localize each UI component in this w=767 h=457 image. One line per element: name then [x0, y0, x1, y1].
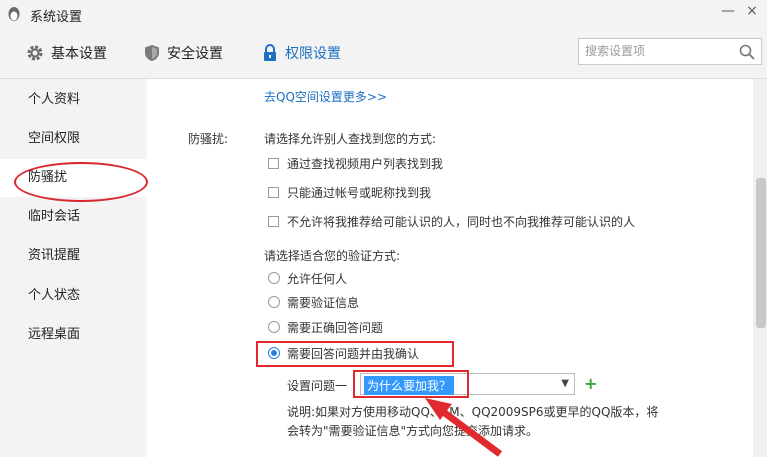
scrollbar-thumb[interactable] [756, 178, 766, 328]
annotation-arrow [425, 398, 503, 457]
